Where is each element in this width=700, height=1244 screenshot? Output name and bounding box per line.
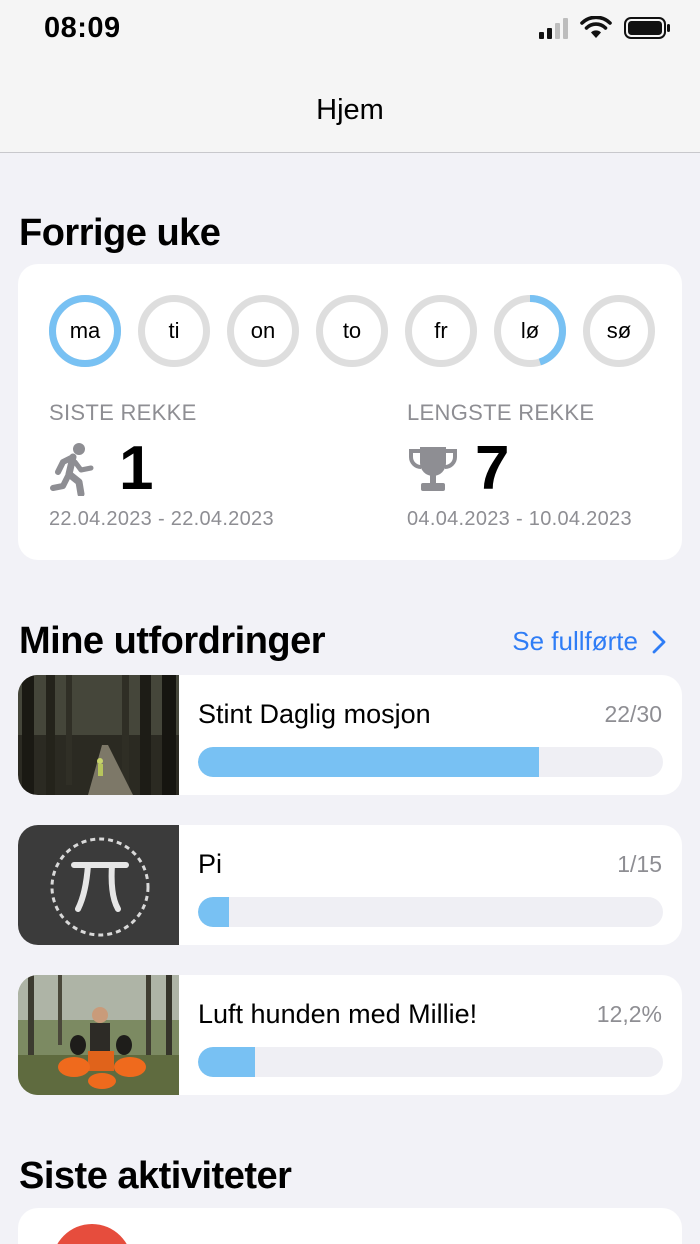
day-ring-fr: fr (404, 294, 478, 368)
battery-icon (624, 17, 670, 39)
challenge-count: 12,2% (596, 1001, 662, 1027)
challenge-progress-fill (198, 747, 539, 777)
day-ring-sø: sø (582, 294, 656, 368)
dogs-in-forest-photo (18, 975, 179, 1095)
day-ring-on: on (226, 294, 300, 368)
day-label: sø (606, 318, 632, 343)
current-streak-value: 1 (119, 434, 154, 503)
last-week-card: ma ti on to fr lø sø SISTE REKKE 1 22.04.2023 … (18, 264, 682, 560)
activities-title: Siste aktiviteter (19, 1155, 292, 1197)
day-ring-to: to (315, 294, 389, 368)
day-ring-lø: lø (493, 294, 567, 368)
challenge-progress-fill (198, 897, 229, 927)
longest-streak-dates: 04.04.2023 - 10.04.2023 (407, 508, 632, 530)
day-label: fr (434, 318, 448, 343)
challenge-progress-bar (198, 747, 663, 777)
day-label: lø (520, 318, 540, 343)
challenge-name: Luft hunden med Millie! (198, 999, 478, 1029)
cellular-signal-icon (539, 17, 568, 39)
status-bar: 08:09 (0, 0, 700, 60)
activity-card[interactable] (18, 1208, 682, 1244)
challenge-card[interactable]: Pi 1/15 (18, 825, 682, 945)
current-streak: SISTE REKKE 1 22.04.2023 - 22.04.2023 (49, 400, 274, 531)
day-label: on (250, 318, 276, 343)
status-time: 08:09 (44, 12, 121, 44)
status-icons (539, 16, 672, 40)
wifi-icon (580, 16, 612, 38)
current-streak-heading: SISTE REKKE (49, 400, 197, 425)
last-week-title: Forrige uke (19, 212, 221, 254)
weekday-rings: ma ti on to fr lø sø (48, 294, 656, 368)
challenge-progress-bar (198, 1047, 663, 1077)
current-streak-dates: 22.04.2023 - 22.04.2023 (49, 508, 274, 530)
day-label: ma (69, 318, 101, 343)
challenge-count: 1/15 (617, 851, 662, 877)
forest-path-photo (18, 675, 179, 795)
navigation-bar: Hjem (0, 60, 700, 153)
day-ring-ti: ti (137, 294, 211, 368)
challenge-name: Stint Daglig mosjon (198, 699, 431, 729)
chevron-right-icon (652, 630, 666, 653)
day-ring-ma: ma (48, 294, 122, 368)
see-completed-link[interactable]: Se fullførte (512, 626, 666, 657)
longest-streak-heading: LENGSTE REKKE (407, 400, 595, 425)
challenge-name: Pi (198, 849, 223, 879)
pi-chalkboard-photo (18, 825, 179, 945)
challenge-progress-bar (198, 897, 663, 927)
see-completed-label: Se fullførte (512, 626, 638, 656)
longest-streak-value: 7 (475, 434, 510, 503)
page-title: Hjem (316, 94, 384, 126)
day-label: ti (168, 318, 180, 343)
trophy-icon (409, 447, 457, 491)
running-person-icon (50, 443, 94, 496)
day-label: to (342, 318, 362, 343)
challenges-title: Mine utfordringer (19, 620, 326, 662)
challenge-card[interactable]: Stint Daglig mosjon 22/30 (18, 675, 682, 795)
challenge-card[interactable]: Luft hunden med Millie! 12,2% (18, 975, 682, 1095)
challenge-progress-fill (198, 1047, 255, 1077)
challenge-count: 22/30 (604, 701, 662, 727)
longest-streak: LENGSTE REKKE 7 04.04.2023 - 10.04.2023 (407, 400, 632, 531)
avatar (52, 1224, 132, 1244)
